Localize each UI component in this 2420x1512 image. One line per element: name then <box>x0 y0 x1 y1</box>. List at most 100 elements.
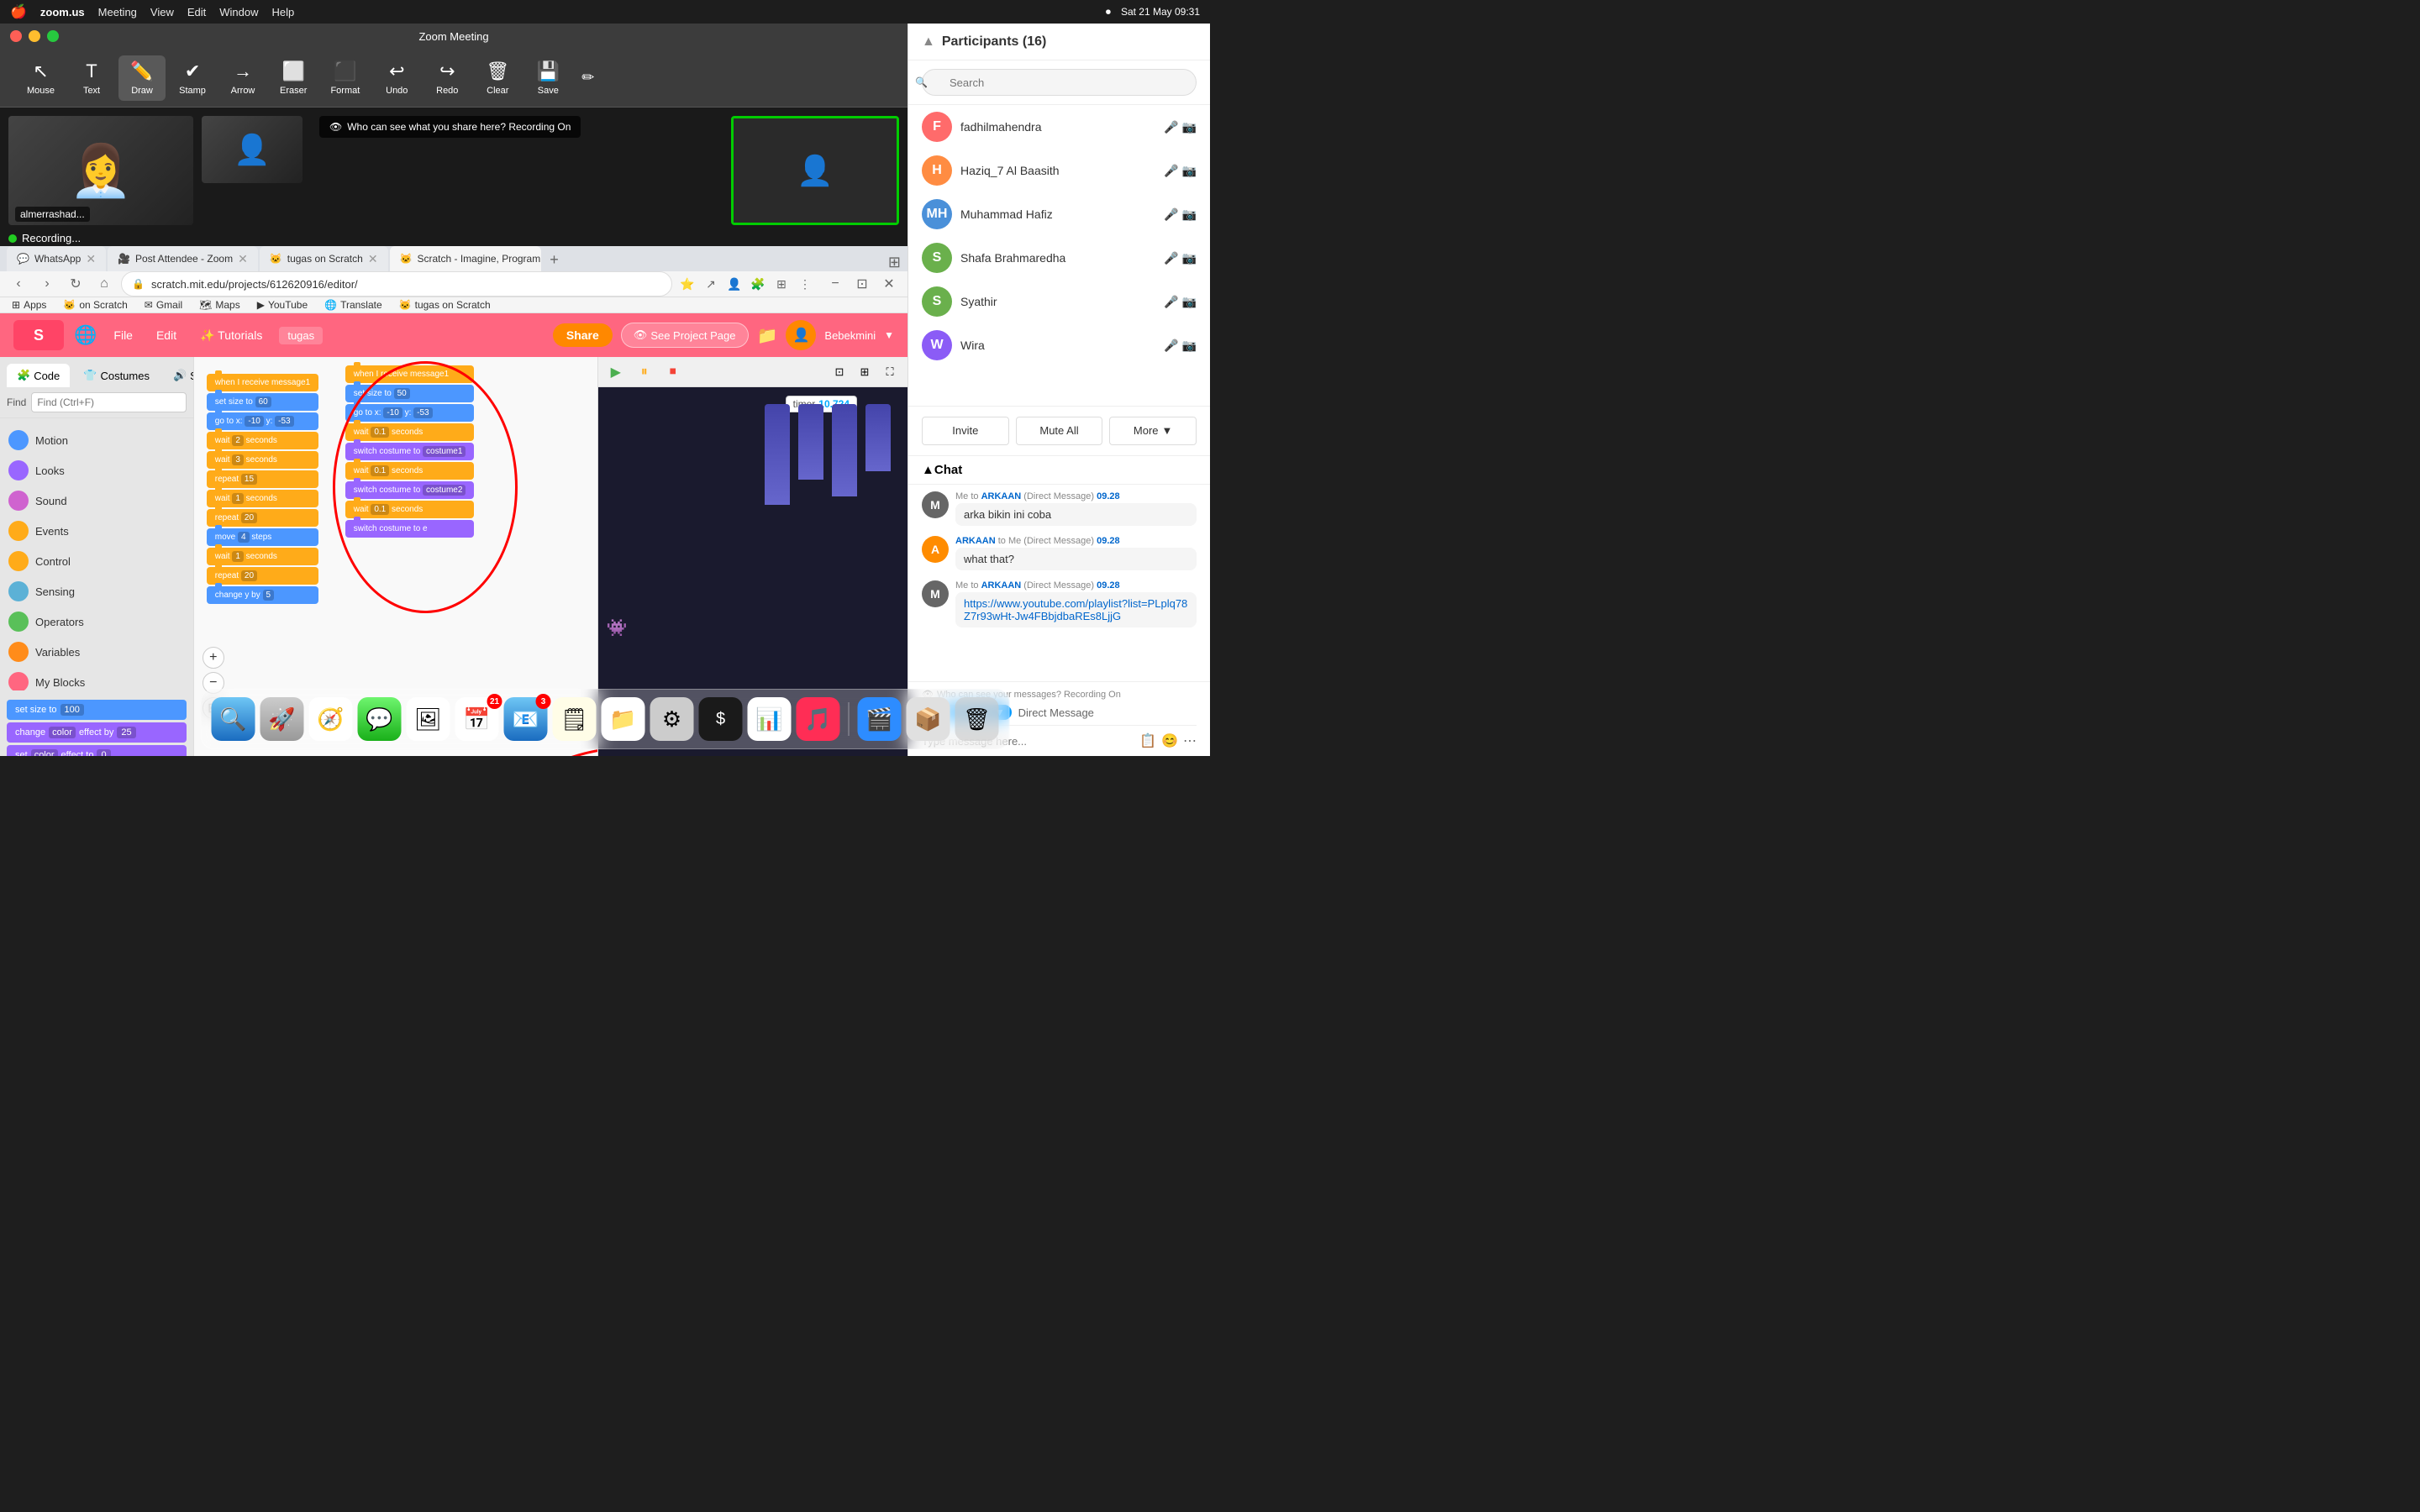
more-button[interactable]: More ▼ <box>1109 417 1197 445</box>
undo-tool[interactable]: ↩ Undo <box>373 55 420 101</box>
edit-menu[interactable]: Edit <box>150 325 183 345</box>
tab-sounds[interactable]: 🔊 Sounds <box>163 364 194 387</box>
stamp-tool[interactable]: ✔ Stamp <box>169 55 216 101</box>
minimize-browser-button[interactable]: − <box>823 272 847 296</box>
script-block-set-size-50[interactable]: set size to 50 <box>345 385 475 402</box>
bookmark-translate[interactable]: 🌐 Translate <box>319 297 387 312</box>
block-change-color[interactable]: change color effect by 25 <box>7 722 187 743</box>
participant-syathir[interactable]: S Syathir 🎤 📷 <box>908 280 1210 323</box>
participant-haziq[interactable]: H Haziq_7 Al Baasith 🎤 📷 <box>908 149 1210 192</box>
tab-code[interactable]: 🧩 Code <box>7 364 70 387</box>
extension-icon[interactable]: 🧩 <box>748 274 768 294</box>
category-control[interactable]: Control <box>0 546 193 576</box>
bookmark-apps[interactable]: ⊞ Apps <box>7 297 51 312</box>
dock-finder[interactable]: 🔍 <box>212 697 255 741</box>
dock-zoom[interactable]: 🎬 <box>858 697 902 741</box>
tab-post-attendee[interactable]: 🎥 Post Attendee - Zoom ✕ <box>108 246 258 271</box>
bookmark-gmail[interactable]: ✉ Gmail <box>139 297 187 312</box>
copy-icon[interactable]: 📋 <box>1139 732 1156 749</box>
whatsapp-tab-close[interactable]: ✕ <box>86 252 96 266</box>
close-button[interactable] <box>10 30 22 42</box>
share-button[interactable]: Share <box>553 323 613 347</box>
dock-music[interactable]: 🎵 <box>797 697 840 741</box>
dock-notes[interactable]: 🗒 <box>553 697 597 741</box>
script-block-event-r[interactable]: when I receive message1 <box>345 365 475 383</box>
collapse-chat-icon[interactable]: ▲ <box>922 463 934 477</box>
script-block-wait-2[interactable]: wait 2 seconds <box>207 432 318 449</box>
category-events[interactable]: Events <box>0 516 193 546</box>
script-block-set-size[interactable]: set size to 60 <box>207 393 318 411</box>
file-menu[interactable]: File <box>107 325 139 345</box>
bookmark-youtube[interactable]: ▶ YouTube <box>252 297 313 312</box>
fullscreen-button[interactable]: ⛶ <box>879 361 901 383</box>
folder-icon[interactable]: 📁 <box>757 325 778 346</box>
green-flag-button[interactable]: ▶ <box>605 361 627 383</box>
bookmark-tugas-scratch[interactable]: 🐱 tugas on Scratch <box>394 297 496 312</box>
close-browser-button[interactable]: ✕ <box>877 272 901 296</box>
script-block-wait-1b[interactable]: wait 1 seconds <box>207 548 318 565</box>
find-input[interactable] <box>31 392 186 412</box>
script-block-switch-costumee[interactable]: switch costume to e <box>345 520 475 538</box>
dock-system-prefs[interactable]: ⚙ <box>650 697 694 741</box>
new-tab-button[interactable]: + <box>543 248 566 271</box>
script-block-repeat-20b[interactable]: repeat 20 <box>207 567 318 585</box>
dock-installer[interactable]: 📦 <box>907 697 950 741</box>
text-tool[interactable]: T Text <box>68 55 115 101</box>
url-bar[interactable]: 🔒 scratch.mit.edu/projects/612620916/edi… <box>121 271 672 297</box>
dock-launchpad[interactable]: 🚀 <box>260 697 304 741</box>
profile-icon[interactable]: 👤 <box>724 274 744 294</box>
emoji-icon[interactable]: 😊 <box>1161 732 1178 749</box>
user-avatar[interactable]: 👤 <box>786 320 816 350</box>
arrow-tool[interactable]: → Arrow <box>219 55 266 101</box>
script-block-wait-2r[interactable]: wait 0.1 seconds <box>345 423 475 441</box>
category-variables[interactable]: Variables <box>0 637 193 667</box>
category-sensing[interactable]: Sensing <box>0 576 193 606</box>
more-icon[interactable]: ⋮ <box>795 274 815 294</box>
category-my-blocks[interactable]: My Blocks <box>0 667 193 690</box>
msg3-link[interactable]: https://www.youtube.com/playlist?list=PL… <box>955 592 1197 627</box>
menu-window[interactable]: Window <box>219 6 258 18</box>
category-motion[interactable]: Motion <box>0 425 193 455</box>
minimize-button[interactable] <box>29 30 40 42</box>
mute-all-button[interactable]: Mute All <box>1016 417 1103 445</box>
menu-help[interactable]: Help <box>272 6 295 18</box>
invite-button[interactable]: Invite <box>922 417 1009 445</box>
new-window-icon[interactable]: ⊞ <box>888 254 901 271</box>
script-block-go-to[interactable]: go to x: -10 y: -53 <box>207 412 318 430</box>
refresh-button[interactable]: ↻ <box>64 272 87 296</box>
back-button[interactable]: ‹ <box>7 272 30 296</box>
app-name[interactable]: zoom.us <box>40 6 85 18</box>
category-sound[interactable]: Sound <box>0 486 193 516</box>
dock-mail[interactable]: 📧 3 <box>504 697 548 741</box>
see-project-page-button[interactable]: 👁 See Project Page <box>621 323 749 348</box>
dock-files[interactable]: 📁 <box>602 697 645 741</box>
script-block-repeat-20[interactable]: repeat 20 <box>207 509 318 527</box>
script-block-switch-costume2[interactable]: switch costume to costume2 <box>345 481 475 499</box>
format-tool[interactable]: ⬛ Format <box>320 55 370 101</box>
big-view-button[interactable]: ⊞ <box>854 361 876 383</box>
tab-costumes[interactable]: 👕 Costumes <box>73 364 160 387</box>
participant-fadhil[interactable]: F fadhilmahendra 🎤 📷 <box>908 105 1210 149</box>
script-block-wait-01[interactable]: wait 0.1 seconds <box>345 462 475 480</box>
project-name-field[interactable]: tugas <box>279 327 323 344</box>
maximize-button[interactable] <box>47 30 59 42</box>
script-block-wait-3[interactable]: wait 3 seconds <box>207 451 318 469</box>
participant-hafiz[interactable]: MH Muhammad Hafiz 🎤 📷 <box>908 192 1210 236</box>
scratch-logo[interactable]: S <box>13 320 64 350</box>
restore-browser-button[interactable]: ⊡ <box>850 272 874 296</box>
star-icon[interactable]: ⭐ <box>677 274 697 294</box>
bookmark-on-scratch[interactable]: 🐱 on Scratch <box>58 297 132 312</box>
dock-terminal[interactable]: $ <box>699 697 743 741</box>
category-operators[interactable]: Operators <box>0 606 193 637</box>
tutorials-menu[interactable]: ✨ Tutorials <box>193 325 269 346</box>
tab-whatsapp[interactable]: 💬 WhatsApp ✕ <box>7 246 106 271</box>
mouse-tool[interactable]: ↖ Mouse <box>17 55 65 101</box>
save-tool[interactable]: 💾 Save <box>524 55 571 101</box>
forward-button[interactable]: › <box>35 272 59 296</box>
block-set-color[interactable]: set color effect to 0 <box>7 745 187 756</box>
script-block-change-y[interactable]: change y by 5 <box>207 586 318 604</box>
bookmark-maps[interactable]: 🗺 Maps <box>194 297 245 312</box>
tab-scratch-editor[interactable]: 🐱 Scratch - Imagine, Program, Sha... ✕ <box>390 246 541 271</box>
tugas-scratch-tab-close[interactable]: ✕ <box>368 252 378 266</box>
tab-tugas-scratch[interactable]: 🐱 tugas on Scratch ✕ <box>260 246 388 271</box>
